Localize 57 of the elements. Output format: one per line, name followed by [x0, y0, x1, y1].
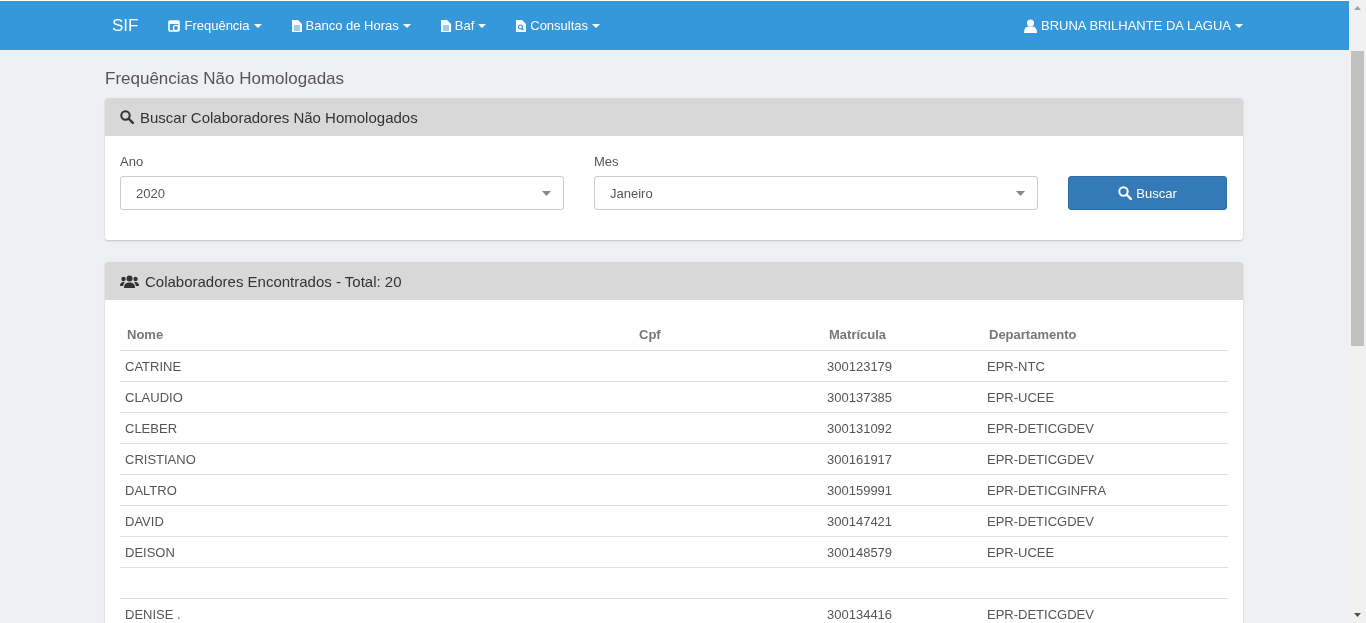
table-cell-text: 300131092 [826, 420, 894, 436]
table-cell-text: EPR-DETICGINFRA [986, 482, 1108, 498]
field-label: Mes [594, 154, 620, 169]
nav-menu[interactable]: Consultas [516, 18, 601, 33]
table-cell-text: EPR-UCEE [986, 389, 1056, 405]
nav-menu[interactable]: Banco de Horas [291, 18, 411, 33]
table-cell-text: 300134416 [826, 606, 894, 622]
caret-icon [542, 190, 551, 196]
nav-menu[interactable]: Baf [440, 18, 487, 33]
search-icon [1118, 186, 1133, 200]
table-cell-text: EPR-UCEE [986, 544, 1056, 560]
table-cell-text: DAVID [124, 513, 165, 529]
panel-title: Buscar Colaboradores Não Homologados [140, 108, 418, 126]
table-cell-text: CLEBER [124, 420, 179, 436]
column-header: Nome [126, 326, 165, 342]
table-cell-text: DALTRO [124, 482, 178, 498]
table-cell-text: DENISE . [124, 606, 182, 622]
table-cell-text: CATRINE [124, 358, 183, 374]
caret-icon [478, 23, 487, 28]
table-cell-text: DEISON [124, 544, 176, 560]
table-cell-text: 300159991 [826, 482, 894, 498]
table-cell-text: EPR-DETICGDEV [986, 451, 1095, 467]
search-icon [120, 110, 134, 124]
search-document-icon [516, 19, 527, 32]
caret-icon [1016, 190, 1025, 196]
user-menu[interactable]: BRUNA BRILHANTE DA LAGUA [1024, 18, 1243, 33]
column-header: Cpf [638, 326, 662, 342]
table-cell-text: 300148579 [826, 544, 894, 560]
users-icon [120, 274, 139, 288]
select-field[interactable]: 2020 [120, 176, 564, 210]
table-cell-text: 300161917 [826, 451, 894, 467]
search-button[interactable]: Buscar [1068, 176, 1227, 210]
table-cell-text: CLAUDIO [124, 389, 184, 405]
caret-icon [253, 23, 262, 28]
select-field[interactable]: Janeiro [594, 176, 1038, 210]
document-icon [291, 19, 302, 32]
caret-icon [592, 23, 601, 28]
calendar-icon [168, 19, 181, 32]
nav-menu[interactable]: Frequência [168, 18, 262, 33]
table-cell-text: EPR-DETICGDEV [986, 420, 1095, 436]
caret-icon [402, 23, 411, 28]
table-cell-text: EPR-DETICGDEV [986, 513, 1095, 529]
table-cell-text: EPR-NTC [986, 358, 1046, 374]
table-cell-text: 300123179 [826, 358, 894, 374]
table-cell-text: 300147421 [826, 513, 894, 529]
column-header: Matrícula [828, 326, 888, 342]
column-header: Departamento [988, 326, 1078, 342]
panel-title: Colaboradores Encontrados - Total: 20 [145, 272, 402, 290]
user-icon [1024, 18, 1037, 33]
brand-logo[interactable]: SIF [112, 15, 139, 36]
page-title: Frequências Não Homologadas [105, 69, 346, 89]
table-cell-text: EPR-DETICGDEV [986, 606, 1095, 622]
field-label: Ano [120, 154, 145, 169]
table-cell-text: 300137385 [826, 389, 894, 405]
caret-icon [1235, 23, 1243, 28]
document-icon [440, 19, 451, 32]
table-cell-text: CRISTIANO [124, 451, 197, 467]
